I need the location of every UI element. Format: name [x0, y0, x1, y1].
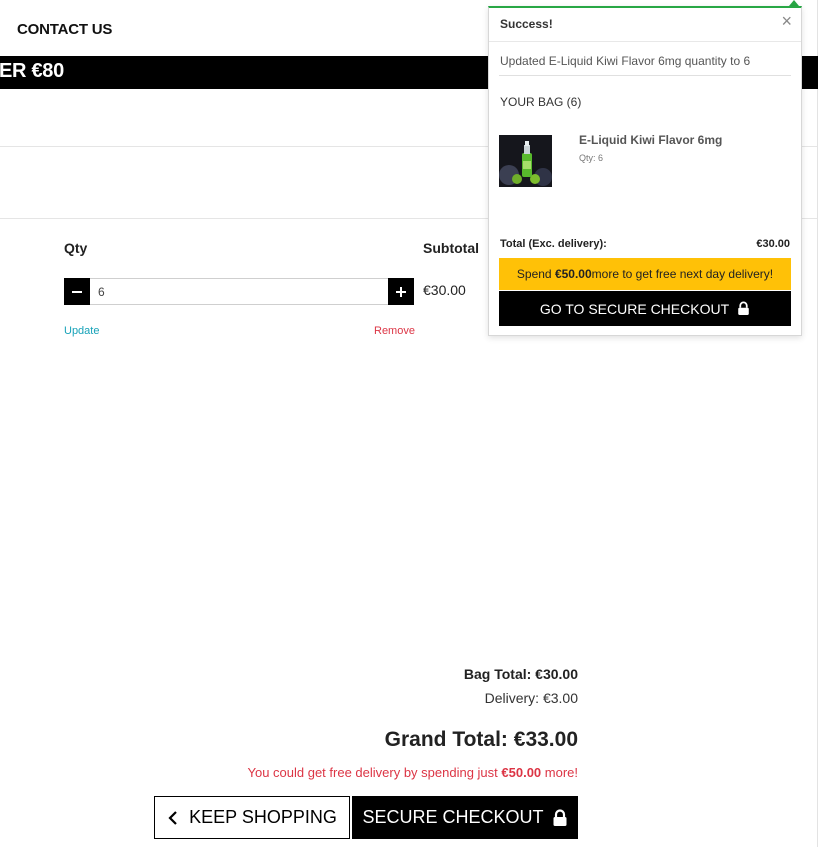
nav-contact-us[interactable]: CONTACT US — [17, 21, 112, 38]
keep-shopping-button[interactable]: KEEP SHOPPING — [154, 796, 350, 839]
free-delivery-amount: €50.00 — [501, 765, 542, 780]
chevron-left-icon — [168, 810, 177, 825]
toast-checkout-label: GO TO SECURE CHECKOUT — [539, 300, 730, 317]
spend-amount: €50.00 — [554, 267, 592, 281]
plus-icon — [396, 286, 406, 297]
lock-icon — [738, 301, 749, 315]
bag-total: Bag Total: €30.00 — [463, 666, 578, 682]
toast-title: Success! — [500, 17, 553, 31]
promo-banner-text: ER €80 — [0, 60, 64, 82]
free-delivery-suffix: more! — [541, 765, 578, 780]
toast-total-label: Total (Exc. delivery): — [500, 238, 607, 250]
toast-message: Updated E-Liquid Kiwi Flavor 6mg quantit… — [500, 54, 751, 68]
quantity-stepper — [64, 278, 414, 305]
increase-qty-button[interactable] — [388, 278, 414, 305]
spend-prefix: Spend — [516, 267, 552, 281]
qty-column-header: Qty — [64, 240, 88, 256]
success-toast: Success! × Updated E-Liquid Kiwi Flavor … — [488, 6, 802, 336]
subtotal-column-header: Subtotal — [423, 240, 479, 256]
spend-suffix: more to get free next day delivery! — [591, 267, 774, 281]
close-icon[interactable]: × — [781, 12, 792, 30]
toast-total-value: €30.00 — [756, 238, 790, 250]
toast-item-qty: Qty: 6 — [579, 153, 604, 163]
shopping-bag-page: CONTACT US ER €80 Qty Subtotal €30.00 Up… — [0, 0, 818, 847]
lock-icon — [553, 808, 567, 826]
e-liquid-bottle-image — [499, 135, 552, 187]
toast-checkout-button[interactable]: GO TO SECURE CHECKOUT — [499, 291, 791, 326]
divider — [499, 75, 791, 76]
keep-shopping-label: KEEP SHOPPING — [189, 807, 337, 827]
decrease-qty-button[interactable] — [64, 278, 90, 305]
update-link[interactable]: Update — [64, 325, 99, 337]
free-delivery-prefix: You could get free delivery by spending … — [247, 765, 502, 780]
grand-total: Grand Total: €33.00 — [384, 728, 578, 751]
free-delivery-banner: Spend €50.00 more to get free next day d… — [499, 258, 791, 290]
bag-heading: YOUR BAG (6) — [500, 95, 582, 109]
free-delivery-note: You could get free delivery by spending … — [247, 765, 578, 780]
secure-checkout-button[interactable]: SECURE CHECKOUT — [352, 796, 578, 839]
toast-item-name[interactable]: E-Liquid Kiwi Flavor 6mg — [579, 133, 722, 147]
product-thumbnail[interactable] — [499, 135, 552, 187]
secure-checkout-label: SECURE CHECKOUT — [362, 807, 544, 827]
minus-icon — [72, 290, 82, 293]
delivery-cost: Delivery: €3.00 — [484, 690, 578, 706]
quantity-input[interactable] — [90, 278, 388, 305]
remove-link[interactable]: Remove — [374, 325, 415, 337]
divider — [489, 41, 801, 42]
item-subtotal: €30.00 — [423, 282, 466, 298]
